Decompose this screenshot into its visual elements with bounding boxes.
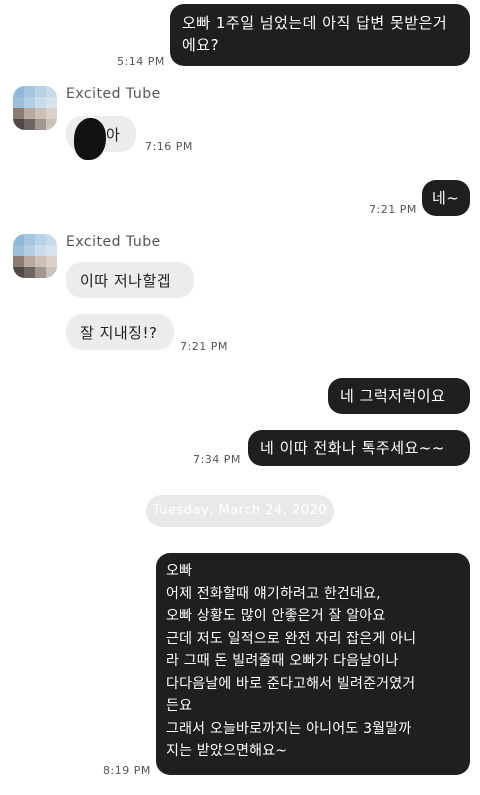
sender-name: Excited Tube xyxy=(66,86,161,102)
message-bubble-incoming[interactable]: 이따 저나할겝 xyxy=(66,262,194,298)
contact-avatar[interactable] xyxy=(13,86,57,130)
message-timestamp: 7:21 PM xyxy=(369,203,417,216)
message-timestamp: 7:34 PM xyxy=(193,453,241,466)
message-timestamp: 8:19 PM xyxy=(103,764,151,777)
message-timestamp: 7:21 PM xyxy=(180,340,228,353)
redaction-mark xyxy=(74,118,106,160)
date-separator: Tuesday, March 24, 2020 xyxy=(146,495,334,527)
message-bubble-outgoing[interactable]: 네 이따 전화나 톡주세요~~ xyxy=(248,430,470,466)
message-bubble-outgoing[interactable]: 오빠 1주일 넘었는데 아직 답변 못받은거 에요? xyxy=(170,4,470,66)
contact-avatar[interactable] xyxy=(13,234,57,278)
message-bubble-outgoing[interactable]: 네 그럭저럭이요~ xyxy=(328,378,470,427)
message-timestamp: 7:16 PM xyxy=(145,140,193,153)
message-bubble-outgoing[interactable]: 오빠 어제 전화할때 얘기하려고 한건데요, 오빠 상황도 많이 안좋은거 잘 … xyxy=(156,553,470,775)
message-bubble-outgoing[interactable]: 네~ xyxy=(422,180,470,216)
sender-name: Excited Tube xyxy=(66,234,161,250)
message-bubble-incoming[interactable]: 잘 지내징!? xyxy=(66,314,174,350)
message-timestamp: 5:14 PM xyxy=(117,55,165,68)
